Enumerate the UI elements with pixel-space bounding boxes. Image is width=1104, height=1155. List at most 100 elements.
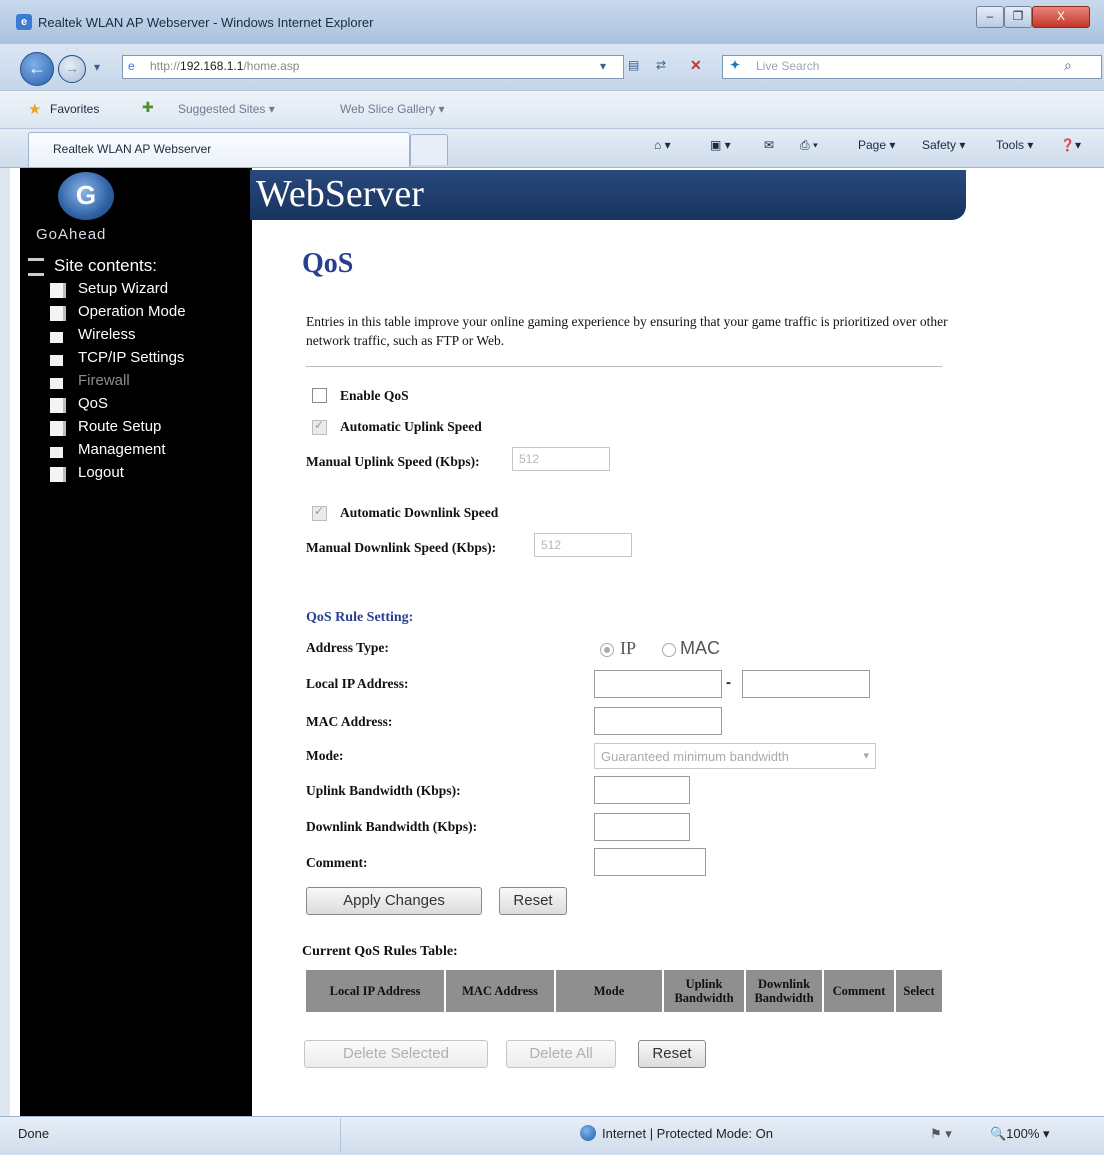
downlink-bandwidth-label: Downlink Bandwidth (Kbps): xyxy=(306,819,478,834)
address-text: http://192.168.1.1/home.asp xyxy=(150,59,300,73)
address-dropdown-icon[interactable]: ▾ xyxy=(600,59,606,73)
document-icon xyxy=(50,283,66,298)
restore-button[interactable]: ❐ xyxy=(1004,6,1032,28)
reset-button[interactable]: Reset xyxy=(499,887,567,915)
goahead-logo-icon: G xyxy=(58,172,114,220)
favorites-bar xyxy=(0,90,1104,129)
page-icon: e xyxy=(128,59,135,73)
history-dropdown-icon[interactable]: ▾ xyxy=(94,60,100,74)
local-ip-end-input[interactable] xyxy=(742,670,870,698)
add-favorite-icon[interactable]: ✚ xyxy=(142,99,154,116)
document-icon xyxy=(50,421,66,436)
uplink-bandwidth-input[interactable] xyxy=(594,776,690,804)
manual-downlink-label: Manual Downlink Speed (Kbps): xyxy=(306,540,497,555)
tree-icon xyxy=(28,258,44,276)
auto-downlink-label: Automatic Downlink Speed xyxy=(340,505,499,520)
local-ip-start-input[interactable] xyxy=(594,670,722,698)
enable-qos-label: Enable QoS xyxy=(340,388,409,403)
star-icon: ★ xyxy=(28,101,42,118)
manual-uplink-label: Manual Uplink Speed (Kbps): xyxy=(306,454,480,469)
auto-downlink-checkbox[interactable] xyxy=(312,504,327,521)
col-select: Select xyxy=(896,970,942,1012)
status-text: Done xyxy=(18,1126,50,1141)
downlink-bandwidth-input[interactable] xyxy=(594,813,690,841)
delete-all-button[interactable]: Delete All xyxy=(506,1040,616,1068)
divider xyxy=(306,366,942,367)
chevron-down-icon: ▾ xyxy=(863,750,869,762)
radio-mac[interactable] xyxy=(662,643,676,657)
logo-text: GoAhead xyxy=(36,226,107,243)
tools-menu[interactable]: Tools ▾ xyxy=(996,138,1033,152)
compatibility-icon[interactable]: ▤ xyxy=(628,58,639,72)
banner-title: WebServer xyxy=(256,173,424,215)
close-button[interactable]: X xyxy=(1032,6,1090,28)
minimize-button[interactable]: – xyxy=(976,6,1004,28)
feeds-icon[interactable]: ▣ ▾ xyxy=(710,138,731,152)
stop-icon[interactable]: ✕ xyxy=(690,57,702,74)
uplink-bandwidth-label: Uplink Bandwidth (Kbps): xyxy=(306,783,461,798)
print-icon[interactable]: ⎙ ▾ xyxy=(800,138,818,153)
comment-input[interactable] xyxy=(594,848,706,876)
address-type-label: Address Type: xyxy=(306,640,389,655)
col-mode: Mode xyxy=(556,970,664,1012)
delete-selected-button[interactable]: Delete Selected xyxy=(304,1040,488,1068)
reset-table-button[interactable]: Reset xyxy=(638,1040,706,1068)
help-menu[interactable]: ❓▾ xyxy=(1060,138,1081,152)
zoom-level[interactable]: 🔍100% ▾ xyxy=(990,1126,1050,1142)
tab-title: Realtek WLAN AP Webserver xyxy=(53,142,212,156)
qos-rule-setting-heading: QoS Rule Setting: xyxy=(306,610,414,625)
title-bar: e Realtek WLAN AP Webserver - Windows In… xyxy=(0,0,1104,45)
status-progress-area xyxy=(340,1118,581,1152)
window-title: Realtek WLAN AP Webserver - Windows Inte… xyxy=(38,15,374,30)
tab-realtek[interactable]: Realtek WLAN AP Webserver xyxy=(28,132,410,167)
rules-table-title: Current QoS Rules Table: xyxy=(302,944,458,959)
refresh-icon[interactable]: ⇄ xyxy=(656,58,666,72)
folder-icon xyxy=(50,355,63,366)
enable-qos-checkbox[interactable] xyxy=(312,388,327,403)
radio-mac-label: MAC xyxy=(680,638,720,658)
new-tab-button[interactable] xyxy=(410,134,448,165)
col-comment: Comment xyxy=(824,970,896,1012)
col-downlink: Downlink Bandwidth xyxy=(746,970,824,1012)
document-icon xyxy=(50,467,66,482)
folder-icon xyxy=(50,332,63,343)
mac-address-label: MAC Address: xyxy=(306,714,393,729)
apply-changes-button[interactable]: Apply Changes xyxy=(306,887,482,915)
local-ip-label: Local IP Address: xyxy=(306,676,409,691)
col-local-ip: Local IP Address xyxy=(306,970,446,1012)
document-icon xyxy=(50,306,66,321)
back-button[interactable]: ← xyxy=(20,52,54,86)
favorites-button[interactable]: Favorites xyxy=(50,102,99,116)
web-slice-gallery-link[interactable]: Web Slice Gallery ▾ xyxy=(340,102,445,116)
safety-menu[interactable]: Safety ▾ xyxy=(922,138,965,152)
security-zone[interactable]: Internet | Protected Mode: On xyxy=(602,1126,773,1141)
suggested-sites-link[interactable]: Suggested Sites ▾ xyxy=(178,102,275,116)
auto-uplink-checkbox[interactable] xyxy=(312,418,327,435)
folder-icon xyxy=(50,378,63,389)
radio-ip[interactable] xyxy=(600,643,614,657)
forward-button[interactable]: → xyxy=(58,55,86,83)
globe-icon xyxy=(580,1125,596,1141)
document-icon xyxy=(50,398,66,413)
mac-address-input[interactable] xyxy=(594,707,722,735)
mode-select[interactable]: Guaranteed minimum bandwidth ▾ xyxy=(594,743,876,769)
mode-label: Mode: xyxy=(306,748,344,763)
rules-table-header: Local IP Address MAC Address Mode Uplink… xyxy=(306,970,942,1012)
mail-icon[interactable]: ✉ xyxy=(764,138,774,152)
page-title: QoS xyxy=(302,248,354,279)
manual-uplink-input[interactable]: 512 xyxy=(512,447,610,471)
site-contents-heading: Site contents: xyxy=(54,256,158,275)
folder-icon xyxy=(50,447,63,458)
page-menu[interactable]: Page ▾ xyxy=(858,138,895,152)
manual-downlink-input[interactable]: 512 xyxy=(534,533,632,557)
search-placeholder: Live Search xyxy=(756,59,820,73)
search-icon[interactable]: ⌕ xyxy=(1064,57,1072,74)
comment-label: Comment: xyxy=(306,855,368,870)
ie-icon: e xyxy=(16,14,32,30)
live-search-icon: ✦ xyxy=(730,58,741,72)
col-uplink: Uplink Bandwidth xyxy=(664,970,746,1012)
col-mac: MAC Address xyxy=(446,970,556,1012)
intro-text: Entries in this table improve your onlin… xyxy=(306,314,948,348)
protected-mode-icon[interactable]: ⚑ ▾ xyxy=(930,1126,952,1142)
home-icon[interactable]: ⌂ ▾ xyxy=(654,138,671,152)
